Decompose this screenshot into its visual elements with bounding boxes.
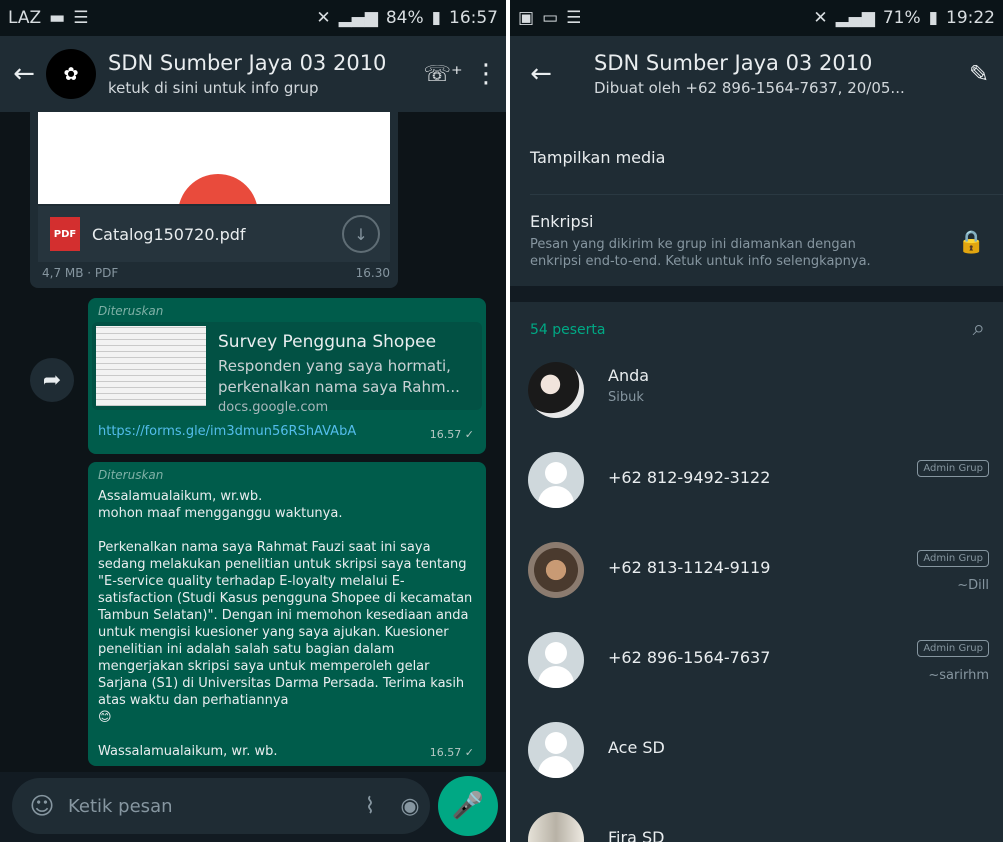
message-time: 16.30 (355, 266, 390, 280)
link-url[interactable]: https://forms.gle/im3dmun56RShAVAbA (98, 424, 356, 439)
mic-icon[interactable]: 🎤 (438, 776, 498, 836)
avatar (528, 812, 584, 842)
list-notification-icon: ☰ (566, 8, 582, 28)
group-avatar[interactable]: ✿ (46, 49, 96, 99)
member-row[interactable]: Ace SD (510, 704, 1003, 794)
group-title: SDN Sumber Jaya 03 2010 (108, 51, 387, 75)
member-name: +62 812-9492-3122 (608, 468, 771, 487)
link-host: docs.google.com (218, 400, 329, 415)
group-info-screen: ▣ ▭ ☰ ✕ ▂▄▆ 71% ▮ 19:22 ← SDN Sumber Jay… (510, 0, 1003, 842)
message-list[interactable]: PDF Catalog150720.pdf ↓ 4,7 MB · PDF 16.… (0, 112, 506, 784)
member-status: Sibuk (608, 390, 644, 405)
link-preview-card[interactable]: Survey Pengguna Shopee Responden yang sa… (92, 322, 482, 415)
forwarded-label: Diteruskan (98, 304, 164, 318)
emoji-icon[interactable]: ☺ (22, 792, 62, 820)
carrier-label: LAZ (8, 8, 42, 28)
link-description: Responden yang saya hormati, perkenalkan… (218, 357, 460, 396)
mute-icon: ✕ (813, 8, 828, 28)
clock: 16:57 (449, 8, 498, 28)
camera-icon[interactable]: ◉ (390, 794, 430, 819)
more-vert-icon[interactable]: ⋮ (466, 59, 506, 89)
screen-notification-icon: ▭ (542, 8, 559, 28)
message-composer: ☺ Ketik pesan ⌇ ◉ 🎤 (0, 772, 506, 842)
text-message[interactable]: Diteruskan Assalamualaikum, wr.wb. mohon… (88, 462, 486, 766)
avatar (528, 452, 584, 508)
clock: 19:22 (946, 8, 995, 28)
member-row[interactable]: +62 896-1564-7637 Admin Grup ~sarirhm (510, 614, 1003, 704)
member-row[interactable]: +62 812-9492-3122 Admin Grup (510, 434, 1003, 524)
participants-section: 54 peserta ⌕ Anda Sibuk +62 812-9492-312… (510, 302, 1003, 842)
avatar (528, 542, 584, 598)
chat-screen: LAZ ▬ ☰ ✕ ▂▄▆ 84% ▮ 16:57 ← ✿ SDN Sumber… (0, 0, 506, 842)
avatar (528, 362, 584, 418)
paperclip-icon[interactable]: ⌇ (350, 794, 390, 819)
group-title: SDN Sumber Jaya 03 2010 (594, 51, 873, 75)
member-name: +62 896-1564-7637 (608, 648, 771, 667)
show-media-item[interactable]: Tampilkan media (530, 148, 665, 167)
member-row[interactable]: Anda Sibuk (510, 344, 1003, 434)
search-icon[interactable]: ⌕ (973, 316, 985, 341)
divider (530, 194, 1003, 195)
group-title-block: SDN Sumber Jaya 03 2010 Dibuat oleh +62 … (594, 51, 955, 97)
group-created-by: Dibuat oleh +62 896-1564-7637, 20/05... (594, 79, 905, 97)
member-row[interactable]: Fira SD (510, 794, 1003, 842)
group-subtitle: ketuk di sini untuk info grup (108, 79, 319, 97)
encryption-title[interactable]: Enkripsi (530, 212, 593, 231)
info-section: Tampilkan media Enkripsi Pesan yang diki… (510, 112, 1003, 286)
message-closing: Wassalamualaikum, wr. wb. (98, 744, 278, 759)
member-name: Fira SD (608, 828, 665, 842)
status-bar: ▣ ▭ ☰ ✕ ▂▄▆ 71% ▮ 19:22 (510, 0, 1003, 36)
back-arrow-icon[interactable]: ← (6, 59, 42, 89)
file-preview-image[interactable] (38, 112, 390, 204)
file-size: 4,7 MB · PDF (42, 266, 119, 280)
status-bar: LAZ ▬ ☰ ✕ ▂▄▆ 84% ▮ 16:57 (0, 0, 506, 36)
message-body: Assalamualaikum, wr.wb. mohon maaf mengg… (98, 489, 473, 725)
member-name: Ace SD (608, 738, 665, 757)
file-message[interactable]: PDF Catalog150720.pdf ↓ 4,7 MB · PDF 16.… (30, 112, 398, 288)
battery-level: 71% (882, 8, 921, 28)
admin-badge: Admin Grup (917, 550, 989, 567)
avatar (528, 722, 584, 778)
member-name: Anda (608, 366, 650, 385)
file-meta: 4,7 MB · PDF 16.30 (42, 266, 390, 280)
forwarded-label: Diteruskan (98, 468, 164, 482)
member-row[interactable]: +62 813-1124-9119 Admin Grup ~Dill (510, 524, 1003, 614)
pencil-icon[interactable]: ✎ (955, 60, 1003, 88)
link-thumbnail (96, 326, 206, 406)
member-alias: ~Dill (957, 578, 989, 593)
image-notification-icon: ▣ (518, 8, 535, 28)
message-notification-icon: ▬ (49, 8, 66, 28)
link-message[interactable]: Diteruskan Survey Pengguna Shopee Respon… (88, 298, 486, 454)
lock-icon: 🔒 (957, 230, 985, 255)
avatar (528, 632, 584, 688)
message-input[interactable]: Ketik pesan (68, 796, 350, 817)
group-info-header: ← SDN Sumber Jaya 03 2010 Dibuat oleh +6… (510, 36, 1003, 112)
back-arrow-icon[interactable]: ← (518, 59, 564, 89)
battery-icon: ▮ (431, 8, 441, 28)
file-name: Catalog150720.pdf (92, 224, 246, 244)
message-time: 16.57 ✓ (429, 746, 474, 759)
link-title: Survey Pengguna Shopee (218, 332, 437, 352)
member-name: +62 813-1124-9119 (608, 558, 771, 577)
signal-icon: ▂▄▆ (338, 8, 378, 28)
message-time: 16.57 ✓ (429, 428, 474, 441)
admin-badge: Admin Grup (917, 640, 989, 657)
encryption-description[interactable]: Pesan yang dikirim ke grup ini diamankan… (530, 236, 910, 270)
add-call-icon[interactable]: ☏⁺ (420, 62, 466, 87)
member-alias: ~sarirhm (928, 668, 989, 683)
chat-header[interactable]: ← ✿ SDN Sumber Jaya 03 2010 ketuk di sin… (0, 36, 506, 112)
download-icon[interactable]: ↓ (342, 215, 380, 253)
message-input-bar[interactable]: ☺ Ketik pesan ⌇ ◉ (12, 778, 430, 834)
mute-icon: ✕ (316, 8, 331, 28)
participant-count: 54 peserta (530, 322, 606, 338)
list-notification-icon: ☰ (73, 8, 89, 28)
battery-icon: ▮ (928, 8, 938, 28)
pdf-file-icon: PDF (50, 217, 80, 251)
signal-icon: ▂▄▆ (835, 8, 875, 28)
admin-badge: Admin Grup (917, 460, 989, 477)
battery-level: 84% (385, 8, 424, 28)
forward-icon[interactable]: ➦ (30, 358, 74, 402)
group-title-block[interactable]: SDN Sumber Jaya 03 2010 ketuk di sini un… (108, 51, 420, 97)
file-attachment-row[interactable]: PDF Catalog150720.pdf ↓ (38, 206, 390, 262)
